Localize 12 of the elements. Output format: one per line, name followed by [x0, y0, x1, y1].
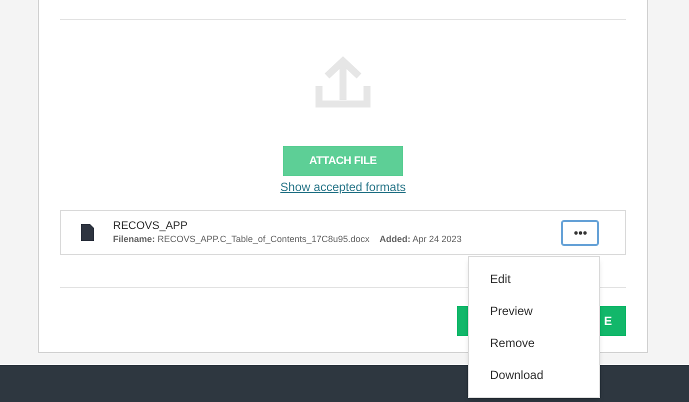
accepted-formats-link[interactable]: Show accepted formats	[280, 178, 406, 196]
filename-text: Filename: RECOVS_APP.C_Table_of_Contents_17C8u95.docx	[113, 235, 370, 244]
document-icon	[81, 224, 94, 241]
menu-item[interactable]: Download	[469, 359, 599, 391]
more-options-button[interactable]	[561, 220, 599, 246]
ellipsis-icon	[574, 230, 586, 234]
menu-item[interactable]: Remove	[469, 327, 599, 359]
upload-icon	[315, 56, 371, 108]
menu-item[interactable]: Preview	[469, 295, 599, 327]
menu-item[interactable]: Edit	[469, 263, 599, 295]
added-date: Added: Apr 24 2023	[380, 235, 462, 244]
file-title: RECOVS_APP	[113, 221, 189, 232]
